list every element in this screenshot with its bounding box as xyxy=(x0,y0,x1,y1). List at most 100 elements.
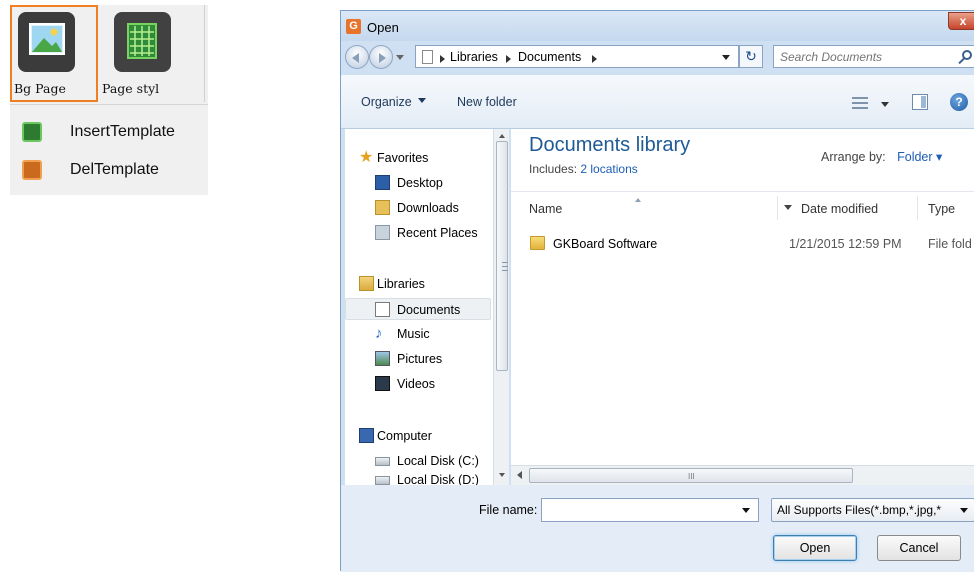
menu-item-del-template[interactable]: DelTemplate xyxy=(10,153,208,187)
chevron-right-icon[interactable] xyxy=(440,55,445,63)
open-button[interactable]: Open xyxy=(773,535,857,561)
computer-icon xyxy=(359,428,374,443)
nav-favorites[interactable]: ★ Favorites xyxy=(345,147,491,169)
chevron-right-icon[interactable] xyxy=(506,55,511,63)
nav-videos[interactable]: Videos xyxy=(345,373,491,395)
nav-label: Documents xyxy=(397,303,461,317)
file-name-input[interactable] xyxy=(542,499,732,521)
file-list-pane: Documents library Includes: 2 locations … xyxy=(511,129,974,485)
file-name-dropdown[interactable] xyxy=(742,508,750,517)
column-date-modified[interactable]: Date modified xyxy=(801,202,878,216)
nav-label: Recent Places xyxy=(397,226,478,240)
page-style-button[interactable] xyxy=(114,12,171,72)
breadcrumb-libraries[interactable]: Libraries xyxy=(450,50,498,64)
close-button[interactable]: x xyxy=(948,12,974,30)
column-name[interactable]: Name xyxy=(529,202,562,216)
page-style-label: Page styl xyxy=(102,81,160,96)
nav-music[interactable]: ♪ Music xyxy=(345,323,491,345)
address-row: Libraries Documents ↻ xyxy=(341,41,974,75)
nav-documents[interactable]: Documents xyxy=(345,298,491,320)
breadcrumb-documents[interactable]: Documents xyxy=(518,50,581,64)
nav-label: Computer xyxy=(377,429,432,443)
toolbar-separator xyxy=(10,104,208,105)
scroll-left-icon[interactable] xyxy=(517,471,522,479)
nav-pictures[interactable]: Pictures xyxy=(345,348,491,370)
document-icon xyxy=(422,50,433,64)
arrange-by: Arrange by: Folder ▾ xyxy=(821,149,942,164)
grip-icon: III xyxy=(688,472,695,481)
scroll-down-icon[interactable] xyxy=(499,473,505,480)
column-filter-dropdown[interactable] xyxy=(784,205,792,214)
insert-template-icon xyxy=(22,122,42,142)
nav-scroll-thumb[interactable] xyxy=(496,141,508,371)
organize-button[interactable]: Organize xyxy=(361,95,426,109)
nav-label: Favorites xyxy=(377,151,429,165)
column-type[interactable]: Type xyxy=(928,202,955,216)
file-type-value: All Supports Files(*.bmp,*.jpg,* xyxy=(777,503,942,517)
view-options-icon[interactable] xyxy=(852,97,868,109)
help-icon[interactable]: ? xyxy=(950,93,968,111)
column-divider[interactable] xyxy=(777,196,778,220)
search-box[interactable] xyxy=(773,45,974,68)
view-dropdown[interactable] xyxy=(881,102,889,111)
file-type-cell: File fold xyxy=(928,237,972,251)
address-dropdown[interactable] xyxy=(722,55,730,64)
horizontal-scrollbar[interactable]: III xyxy=(511,465,974,485)
search-icon[interactable] xyxy=(962,50,972,60)
file-type-select[interactable]: All Supports Files(*.bmp,*.jpg,* xyxy=(771,498,974,522)
nav-label: Pictures xyxy=(397,352,443,366)
recent-pages-dropdown[interactable] xyxy=(396,55,404,64)
disk-icon xyxy=(375,457,390,466)
organize-label: Organize xyxy=(361,95,412,109)
horizontal-scroll-thumb[interactable]: III xyxy=(529,468,853,483)
file-name-label: File name: xyxy=(479,503,538,517)
arrange-value: Folder xyxy=(897,150,933,164)
library-title: Documents library xyxy=(529,134,691,156)
videos-icon xyxy=(375,376,390,391)
back-button[interactable] xyxy=(345,45,369,69)
preview-pane-icon[interactable] xyxy=(912,94,928,110)
arrange-by-dropdown[interactable]: Folder ▾ xyxy=(897,150,942,164)
nav-recent-places[interactable]: Recent Places xyxy=(345,222,491,244)
bg-page-label: Bg Page xyxy=(14,81,66,96)
navigation-pane: ★ Favorites Desktop Downloads Recent Pla… xyxy=(345,129,509,487)
disk-icon xyxy=(375,476,390,485)
app-icon: G xyxy=(346,19,361,34)
nav-scrollbar[interactable] xyxy=(493,129,509,485)
toolbar-panel: Bg Page Page styl InsertTemplate DelTemp… xyxy=(10,5,208,195)
chevron-down-icon[interactable] xyxy=(960,508,968,517)
folder-icon xyxy=(530,236,545,250)
library-includes: Includes: 2 locations xyxy=(529,162,638,176)
address-bar[interactable]: Libraries Documents xyxy=(415,45,739,68)
new-folder-button[interactable]: New folder xyxy=(457,95,517,109)
nav-label: Desktop xyxy=(397,176,443,190)
menu-item-insert-template[interactable]: InsertTemplate xyxy=(10,115,208,149)
cancel-button[interactable]: Cancel xyxy=(877,535,961,561)
nav-computer[interactable]: Computer xyxy=(345,425,491,447)
sort-ascending-icon xyxy=(635,195,641,202)
file-date-cell: 1/21/2015 12:59 PM xyxy=(789,237,902,251)
column-divider[interactable] xyxy=(917,196,918,220)
table-row[interactable]: GKBoard Software 1/21/2015 12:59 PM File… xyxy=(511,233,974,255)
refresh-button[interactable]: ↻ xyxy=(739,45,763,68)
toolbar-divider xyxy=(204,5,205,102)
file-name-cell: GKBoard Software xyxy=(553,237,658,251)
chevron-right-icon[interactable] xyxy=(592,55,597,63)
desktop-icon xyxy=(375,175,390,190)
file-name-combo[interactable] xyxy=(541,498,759,522)
star-icon: ★ xyxy=(359,149,374,166)
nav-libraries[interactable]: Libraries xyxy=(345,273,491,295)
open-dialog: G Open x Libraries Documents ↻ Organize … xyxy=(340,10,974,572)
locations-link[interactable]: 2 locations xyxy=(580,162,637,176)
search-input[interactable] xyxy=(774,46,944,67)
forward-button[interactable] xyxy=(369,45,393,69)
nav-desktop[interactable]: Desktop xyxy=(345,172,491,194)
libraries-icon xyxy=(359,276,374,291)
nav-label: Libraries xyxy=(377,277,425,291)
dialog-footer: File name: All Supports Files(*.bmp,*.jp… xyxy=(341,485,974,572)
scroll-up-icon[interactable] xyxy=(499,131,505,138)
nav-downloads[interactable]: Downloads xyxy=(345,197,491,219)
pictures-icon xyxy=(375,351,390,366)
recent-places-icon xyxy=(375,225,390,240)
nav-label: Downloads xyxy=(397,201,459,215)
